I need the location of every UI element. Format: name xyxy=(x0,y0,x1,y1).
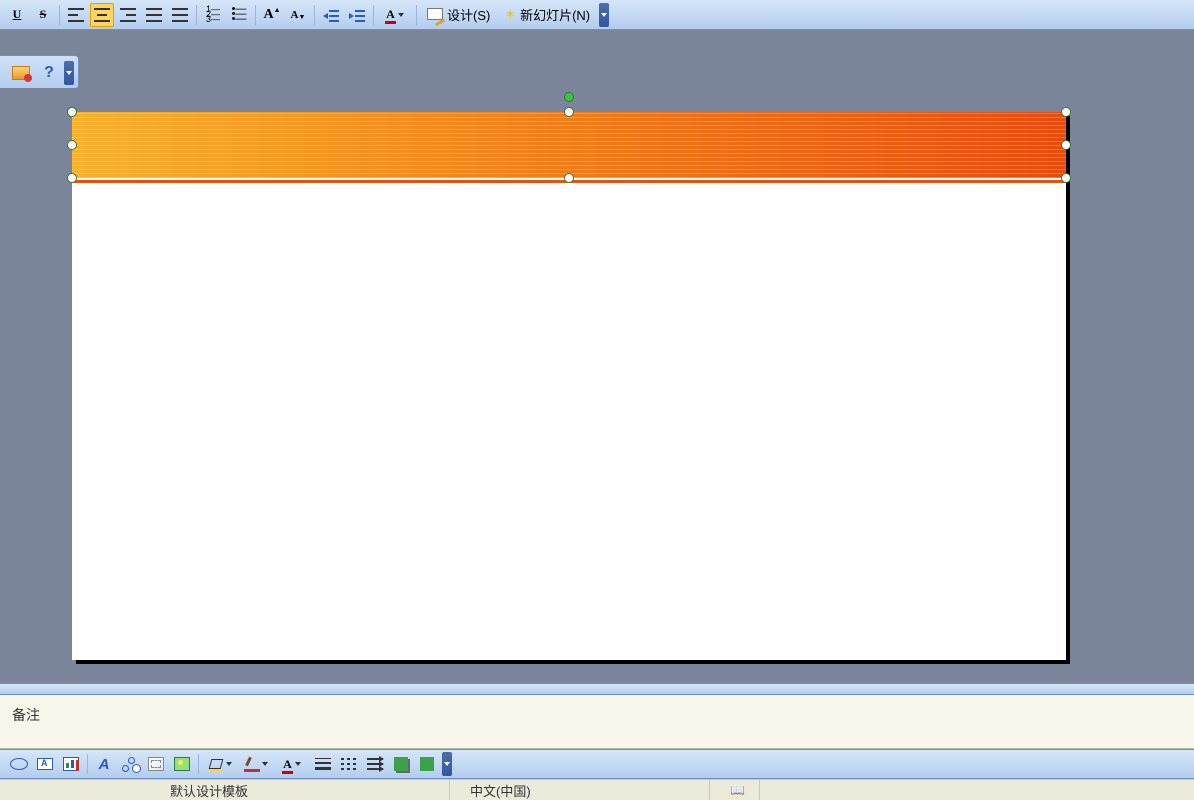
font-shrink-button[interactable]: A▼ xyxy=(286,3,310,27)
formatting-toolbar: U S 1—2—3— •—•—•— A▲ A▼ A 设计(S) ✶ 新幻灯片(N… xyxy=(0,0,1194,30)
increase-indent-icon xyxy=(349,8,365,22)
underline-button[interactable]: U xyxy=(5,3,29,27)
chart-icon xyxy=(63,757,79,771)
align-center-button[interactable] xyxy=(90,3,114,27)
separator xyxy=(59,5,60,25)
new-slide-icon: ✶ xyxy=(504,6,516,23)
font-color-icon: A xyxy=(386,7,395,22)
dash-icon xyxy=(341,757,357,771)
slide-header-shape[interactable] xyxy=(72,112,1066,178)
fill-icon xyxy=(209,757,223,771)
help-button[interactable]: ? xyxy=(37,61,61,85)
textbox-icon xyxy=(37,758,53,770)
separator xyxy=(87,754,88,774)
bullet-list-button[interactable]: •—•—•— xyxy=(227,3,251,27)
bullet-list-icon: •—•—•— xyxy=(232,7,247,22)
mail-help-toolbar: ? xyxy=(0,55,79,89)
numbered-list-icon: 1—2—3— xyxy=(206,7,220,22)
dash-style-button[interactable] xyxy=(337,752,361,776)
drawing-toolbar: A A xyxy=(0,749,1194,779)
help-icon: ? xyxy=(44,64,54,82)
clipart-icon xyxy=(148,757,164,771)
align-center-icon xyxy=(94,8,110,22)
diagram-icon xyxy=(122,757,138,771)
separator xyxy=(255,5,256,25)
new-slide-button[interactable]: ✶ 新幻灯片(N) xyxy=(497,3,597,27)
chevron-down-icon xyxy=(398,13,404,17)
oval-icon xyxy=(10,758,28,770)
slide-header-rule xyxy=(72,180,1066,183)
design-button[interactable]: 设计(S) xyxy=(420,3,497,27)
picture-icon xyxy=(174,757,190,771)
line-color-button[interactable] xyxy=(239,752,273,776)
separator xyxy=(416,5,417,25)
threeD-style-button[interactable] xyxy=(415,752,439,776)
mail-icon xyxy=(12,66,30,80)
align-distribute-button[interactable] xyxy=(168,3,192,27)
align-justify-icon xyxy=(146,8,162,22)
font-shrink-icon: A xyxy=(291,9,299,21)
spellcheck-icon: 📖 xyxy=(730,783,745,797)
chevron-down-icon xyxy=(226,762,232,766)
shadow-style-button[interactable] xyxy=(389,752,413,776)
chevron-down-icon xyxy=(262,762,268,766)
numbered-list-button[interactable]: 1—2—3— xyxy=(201,3,225,27)
diagram-button[interactable] xyxy=(118,752,142,776)
shadow-icon xyxy=(394,757,408,771)
decrease-indent-icon xyxy=(323,8,339,22)
strikethrough-button[interactable]: S xyxy=(31,3,55,27)
insert-picture-button[interactable] xyxy=(170,752,194,776)
align-right-icon xyxy=(120,8,136,22)
align-justify-button[interactable] xyxy=(142,3,166,27)
design-label: 设计(S) xyxy=(447,5,490,24)
wordart-icon: A xyxy=(99,756,110,773)
underline-icon: U xyxy=(13,7,22,22)
font-grow-icon: A xyxy=(263,7,273,23)
status-template: 默认设计模板 xyxy=(150,780,450,800)
font-color-button[interactable]: A xyxy=(378,3,412,27)
pane-splitter[interactable] xyxy=(0,683,1194,695)
new-slide-label: 新幻灯片(N) xyxy=(520,5,590,24)
align-distribute-icon xyxy=(172,8,188,22)
align-left-icon xyxy=(68,8,84,22)
line-weight-icon xyxy=(315,757,331,771)
toolbar-overflow-button[interactable] xyxy=(64,61,74,85)
separator xyxy=(196,5,197,25)
separator xyxy=(373,5,374,25)
decrease-indent-button[interactable] xyxy=(319,3,343,27)
status-bar: 默认设计模板 中文(中国) 📖 xyxy=(0,779,1194,800)
slide-canvas[interactable] xyxy=(72,112,1066,660)
mail-button[interactable] xyxy=(7,61,35,85)
textbox-button[interactable] xyxy=(33,752,57,776)
font-color-button[interactable]: A xyxy=(275,752,309,776)
threeD-icon xyxy=(420,757,434,771)
line-weight-button[interactable] xyxy=(311,752,335,776)
font-grow-button[interactable]: A▲ xyxy=(260,3,284,27)
arrow-style-button[interactable] xyxy=(363,752,387,776)
toolbar-overflow-button[interactable] xyxy=(442,752,452,776)
wordart-button[interactable]: A xyxy=(92,752,116,776)
oval-shape-button[interactable] xyxy=(7,752,31,776)
font-color-icon: A xyxy=(283,757,292,772)
status-spellcheck[interactable]: 📖 xyxy=(710,780,760,800)
chevron-down-icon xyxy=(295,762,301,766)
fill-color-button[interactable] xyxy=(203,752,237,776)
status-language: 中文(中国) xyxy=(450,780,710,800)
align-right-button[interactable] xyxy=(116,3,140,27)
design-icon xyxy=(427,8,443,22)
notes-pane[interactable]: 备注 xyxy=(0,695,1194,749)
strikethrough-icon: S xyxy=(40,7,47,22)
chart-button[interactable] xyxy=(59,752,83,776)
rotate-handle[interactable] xyxy=(564,92,574,102)
clipart-button[interactable] xyxy=(144,752,168,776)
toolbar-overflow-button[interactable] xyxy=(599,3,609,27)
notes-placeholder: 备注 xyxy=(12,707,40,723)
align-left-button[interactable] xyxy=(64,3,88,27)
slide-workspace xyxy=(0,88,1194,683)
line-color-icon xyxy=(245,757,259,771)
increase-indent-button[interactable] xyxy=(345,3,369,27)
separator xyxy=(198,754,199,774)
separator xyxy=(314,5,315,25)
arrow-icon xyxy=(367,757,383,771)
